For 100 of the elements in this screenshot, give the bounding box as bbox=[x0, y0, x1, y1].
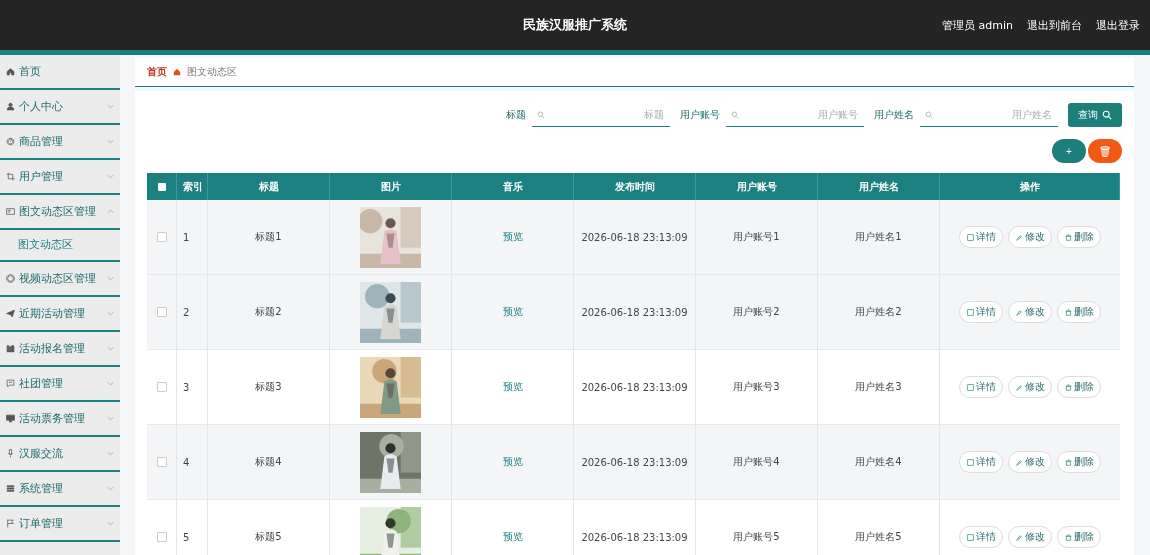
table-cell: 用户账号3 bbox=[696, 350, 818, 424]
trash-icon bbox=[1064, 308, 1072, 316]
sidebar-item[interactable]: 订单管理 bbox=[0, 507, 120, 542]
pencil-icon bbox=[1015, 383, 1023, 391]
field-label: 用户账号 bbox=[680, 108, 720, 122]
table-cell: 用户账号2 bbox=[696, 275, 818, 349]
row-action-button[interactable]: 详情 bbox=[959, 451, 1003, 473]
row-action-button[interactable]: 删除 bbox=[1057, 526, 1101, 548]
trash-icon bbox=[1064, 458, 1072, 466]
app-title: 民族汉服推广系统 bbox=[523, 16, 627, 34]
select-all-checkbox[interactable] bbox=[157, 182, 166, 191]
search-field[interactable]: 标题 bbox=[532, 103, 670, 127]
table-cell: 2026-06-18 23:13:09 bbox=[574, 200, 696, 274]
pencil-icon bbox=[1015, 533, 1023, 541]
row-action-button[interactable]: 详情 bbox=[959, 376, 1003, 398]
field-label: 标题 bbox=[506, 108, 526, 122]
row-action-button[interactable]: 修改 bbox=[1008, 376, 1052, 398]
query-button[interactable]: 查询 bbox=[1068, 103, 1122, 127]
plane-icon bbox=[6, 309, 15, 318]
trash-icon bbox=[1064, 383, 1072, 391]
breadcrumb-link[interactable]: 图文动态区 bbox=[187, 65, 237, 79]
row-action-button[interactable]: 详情 bbox=[959, 526, 1003, 548]
chart-icon bbox=[6, 344, 15, 353]
table-cell: 用户姓名5 bbox=[818, 500, 940, 555]
user-icon bbox=[6, 102, 15, 111]
row-action-button[interactable]: 删除 bbox=[1057, 226, 1101, 248]
sidebar-item[interactable]: 商品管理 bbox=[0, 125, 120, 160]
table-cell: 标题3 bbox=[208, 350, 330, 424]
table-cell: 用户账号5 bbox=[696, 500, 818, 555]
preview-link[interactable]: 预览 bbox=[502, 455, 523, 469]
table-cell: 标题2 bbox=[208, 275, 330, 349]
table-cell: 用户姓名2 bbox=[818, 275, 940, 349]
table-cell: 2026-06-18 23:13:09 bbox=[574, 350, 696, 424]
preview-link[interactable]: 预览 bbox=[502, 305, 523, 319]
preview-link[interactable]: 预览 bbox=[502, 380, 523, 394]
sidebar-subitem[interactable]: 图文动态区 bbox=[0, 230, 120, 262]
pencil-icon bbox=[1015, 233, 1023, 241]
header-link[interactable]: 退出到前台 bbox=[1027, 17, 1082, 33]
mic-icon bbox=[6, 449, 15, 458]
row-checkbox[interactable] bbox=[156, 382, 167, 392]
sidebar-item[interactable]: 个人中心 bbox=[0, 90, 120, 125]
table-cell: 1 bbox=[177, 200, 208, 274]
trash-icon bbox=[1064, 533, 1072, 541]
row-action-button[interactable]: 修改 bbox=[1008, 526, 1052, 548]
home-icon bbox=[6, 67, 15, 76]
row-checkbox[interactable] bbox=[156, 532, 167, 542]
row-action-button[interactable]: 修改 bbox=[1008, 451, 1052, 473]
breadcrumb-link[interactable]: 首页 bbox=[147, 65, 167, 79]
monitor-icon bbox=[6, 414, 15, 423]
preview-link[interactable]: 预览 bbox=[502, 530, 523, 544]
sidebar-item[interactable]: 系统管理 bbox=[0, 472, 120, 507]
table-cell: 3 bbox=[177, 350, 208, 424]
chat-icon bbox=[6, 379, 15, 388]
preview-link[interactable]: 预览 bbox=[502, 230, 523, 244]
table-cell: 标题4 bbox=[208, 425, 330, 499]
sidebar-item[interactable]: 社团管理 bbox=[0, 367, 120, 402]
search-field[interactable]: 用户姓名 bbox=[920, 103, 1058, 127]
list-icon bbox=[6, 484, 15, 493]
sidebar-item[interactable]: 图文动态区管理 bbox=[0, 195, 120, 230]
add-button[interactable]: + bbox=[1052, 139, 1086, 163]
detail-icon bbox=[966, 308, 974, 316]
row-checkbox[interactable] bbox=[156, 232, 167, 242]
row-action-button[interactable]: 详情 bbox=[959, 301, 1003, 323]
table-cell: 2026-06-18 23:13:09 bbox=[574, 500, 696, 555]
card-icon bbox=[6, 207, 15, 216]
sidebar-item[interactable]: 视频动态区管理 bbox=[0, 262, 120, 297]
row-action-button[interactable]: 删除 bbox=[1057, 301, 1101, 323]
crop-icon bbox=[6, 172, 15, 181]
header-link[interactable]: 退出登录 bbox=[1096, 17, 1140, 33]
gauge-icon bbox=[6, 137, 15, 146]
table-cell: 用户姓名1 bbox=[818, 200, 940, 274]
search-icon bbox=[925, 111, 933, 119]
table-cell: 2026-06-18 23:13:09 bbox=[574, 275, 696, 349]
row-action-button[interactable]: 详情 bbox=[959, 226, 1003, 248]
sidebar-item[interactable]: 汉服交流 bbox=[0, 437, 120, 472]
table-cell: 标题1 bbox=[208, 200, 330, 274]
row-action-button[interactable]: 删除 bbox=[1057, 376, 1101, 398]
home-icon bbox=[173, 68, 181, 76]
row-action-button[interactable]: 修改 bbox=[1008, 226, 1052, 248]
search-field[interactable]: 用户账号 bbox=[726, 103, 864, 127]
field-label: 用户姓名 bbox=[874, 108, 914, 122]
sidebar-item[interactable]: 活动票务管理 bbox=[0, 402, 120, 437]
detail-icon bbox=[966, 533, 974, 541]
row-checkbox[interactable] bbox=[156, 307, 167, 317]
row-action-button[interactable]: 修改 bbox=[1008, 301, 1052, 323]
table-cell: 2026-06-18 23:13:09 bbox=[574, 425, 696, 499]
sidebar-item[interactable]: 近期活动管理 bbox=[0, 297, 120, 332]
row-action-button[interactable]: 删除 bbox=[1057, 451, 1101, 473]
sidebar-item[interactable]: 活动报名管理 bbox=[0, 332, 120, 367]
sidebar-item[interactable]: 首页 bbox=[0, 55, 120, 90]
pencil-icon bbox=[1015, 458, 1023, 466]
row-checkbox[interactable] bbox=[156, 457, 167, 467]
search-icon bbox=[537, 111, 545, 119]
admin-label: 管理员 admin bbox=[942, 17, 1013, 33]
delete-button[interactable]: 🗑 bbox=[1088, 139, 1122, 163]
pencil-icon bbox=[1015, 308, 1023, 316]
search-icon bbox=[1102, 110, 1112, 120]
table-cell: 2 bbox=[177, 275, 208, 349]
sidebar-item[interactable]: 用户管理 bbox=[0, 160, 120, 195]
detail-icon bbox=[966, 383, 974, 391]
